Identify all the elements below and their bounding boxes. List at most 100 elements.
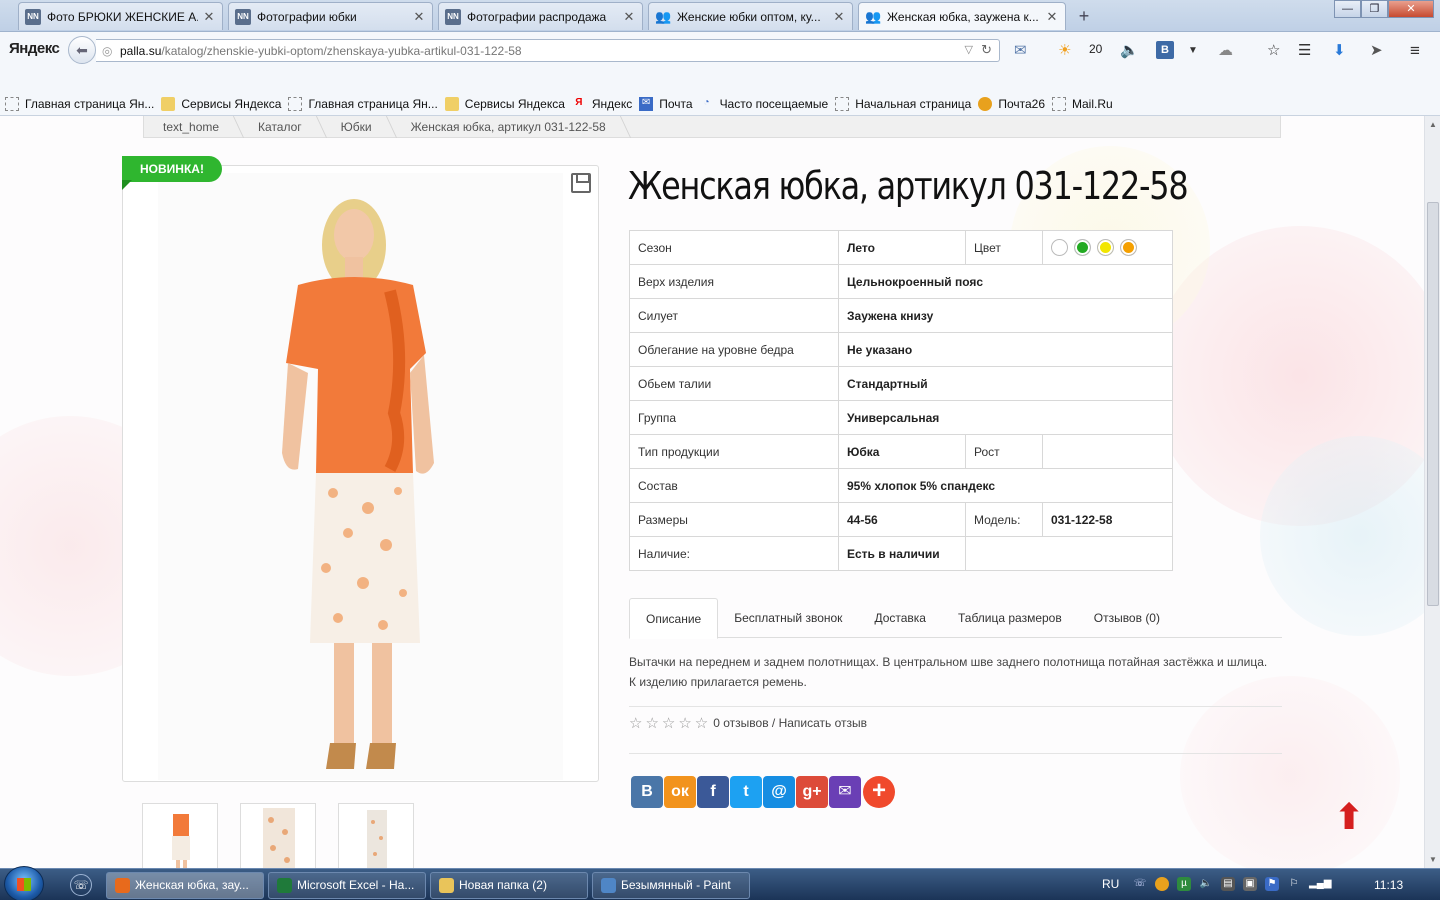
thumbnail[interactable] — [142, 803, 218, 868]
breadcrumb-item[interactable]: text_home — [144, 120, 239, 134]
reload-icon[interactable]: ↻ — [981, 42, 992, 58]
yandex-icon: Я — [575, 96, 583, 108]
bookmark-item[interactable]: Я Яндекс — [572, 97, 632, 111]
browser-tab[interactable]: NN Фотографии распродажа ✕ — [438, 2, 643, 30]
save-icon[interactable] — [571, 173, 591, 193]
bookmark-star-icon[interactable]: ☆ — [1267, 40, 1280, 62]
star-rating-icon[interactable]: ☆☆☆☆☆ — [629, 714, 711, 732]
vk-icon[interactable]: В — [1156, 41, 1174, 59]
thumbnail[interactable] — [338, 803, 414, 868]
bookmarks-list-icon[interactable]: ☰ — [1298, 40, 1311, 62]
taskbar-item-firefox[interactable]: Женская юбка, зау... — [106, 872, 264, 899]
download-icon[interactable]: ⬇ — [1333, 40, 1346, 62]
email-share-icon[interactable]: ✉ — [829, 776, 861, 808]
product-image-frame — [122, 165, 599, 782]
tab-close-icon[interactable]: ✕ — [1045, 9, 1059, 25]
history-dropdown-icon[interactable]: ▽ — [965, 43, 973, 56]
scrollbar-thumb[interactable] — [1427, 202, 1439, 606]
send-icon[interactable]: ➤ — [1370, 40, 1383, 62]
bookmark-item[interactable]: ✉ Почта — [639, 96, 693, 111]
network-adapter-icon[interactable]: ▤ — [1221, 877, 1235, 891]
taskbar-item-excel[interactable]: Microsoft Excel - На... — [268, 872, 426, 899]
product-photo[interactable] — [158, 173, 563, 780]
spec-label: Сезон — [629, 230, 839, 265]
clock[interactable]: 11:13 — [1374, 878, 1403, 892]
thumbnail[interactable] — [240, 803, 316, 868]
browser-tab[interactable]: 👥 Женские юбки оптом, ку... ✕ — [648, 2, 853, 30]
googleplus-share-icon[interactable]: g+ — [796, 776, 828, 808]
volume-icon[interactable]: 🔈 — [1199, 877, 1213, 891]
reviews-link[interactable]: 0 отзывов / Написать отзыв — [713, 716, 867, 730]
browser-tab-active[interactable]: 👥 Женская юбка, заужена к... ✕ — [858, 2, 1066, 30]
chevron-down-icon[interactable]: ▼ — [1188, 40, 1198, 62]
sound-icon[interactable]: 🔈 — [1120, 40, 1139, 62]
color-swatch-yellow[interactable] — [1097, 239, 1114, 256]
browser-tab[interactable]: NN Фотографии юбки ✕ — [228, 2, 433, 30]
browser-tab[interactable]: NN Фото БРЮКИ ЖЕНСКИЕ А... ✕ — [18, 2, 223, 30]
tab-reviews[interactable]: Отзывов (0) — [1078, 598, 1176, 638]
tab-description[interactable]: Описание — [629, 598, 719, 639]
bookmark-item[interactable]: Mail.Ru — [1052, 96, 1113, 111]
bookmark-item[interactable]: Начальная страница — [835, 96, 971, 111]
action-center-icon[interactable]: ⚑ — [1265, 877, 1279, 891]
tab-free-call[interactable]: Бесплатный звонок — [718, 598, 858, 638]
spec-value: Юбка — [838, 434, 966, 469]
back-button[interactable]: ⬅ — [68, 36, 96, 64]
restore-icon[interactable]: ❐ — [1361, 0, 1388, 18]
breadcrumb-item-current[interactable]: Женская юбка, артикул 031-122-58 — [392, 120, 626, 134]
display-icon[interactable]: ▣ — [1243, 877, 1257, 891]
tab-delivery[interactable]: Доставка — [858, 598, 942, 638]
yandex-logo[interactable]: Яндекс — [9, 40, 60, 57]
viber-icon[interactable]: ☏ — [70, 874, 92, 896]
twitter-share-icon[interactable]: t — [730, 776, 762, 808]
scroll-up-icon[interactable]: ▲ — [1429, 120, 1437, 129]
menu-icon[interactable]: ≡ — [1410, 40, 1420, 62]
bookmark-item[interactable]: Сервисы Яндекса — [161, 96, 281, 111]
viber-tray-icon[interactable]: ☏ — [1133, 877, 1147, 891]
language-indicator[interactable]: RU — [1102, 877, 1119, 891]
scroll-down-icon[interactable]: ▼ — [1429, 855, 1437, 864]
spec-label: Облегание на уровне бедра — [629, 332, 839, 367]
odnoklassniki-share-icon[interactable]: ок — [664, 776, 696, 808]
bookmark-item[interactable]: Главная страница Ян... — [288, 96, 438, 111]
mail-icon[interactable]: ✉ — [1014, 40, 1027, 62]
flag-icon[interactable]: ⚐ — [1287, 877, 1301, 891]
new-tab-button[interactable]: + — [1074, 6, 1094, 27]
more-share-icon[interactable]: + — [863, 776, 895, 808]
page-scrollbar[interactable]: ▲ ▼ — [1424, 116, 1440, 868]
vk-share-icon[interactable]: В — [631, 776, 663, 808]
tab-close-icon[interactable]: ✕ — [622, 9, 636, 25]
minimize-icon[interactable]: — — [1334, 0, 1361, 18]
scroll-to-top-icon[interactable]: ⬆ — [1334, 796, 1364, 838]
site-favicon: NN — [235, 8, 251, 25]
bookmark-item[interactable]: Сервисы Яндекса — [444, 96, 565, 111]
start-button[interactable] — [4, 866, 44, 900]
mailru-share-icon[interactable]: @ — [763, 776, 795, 808]
table-row: Состав 95% хлопок 5% спандекс — [629, 468, 1173, 503]
pochta26-tray-icon[interactable] — [1155, 877, 1169, 891]
signal-icon[interactable]: ▂▄▆ — [1309, 877, 1331, 891]
breadcrumb-item[interactable]: Юбки — [322, 120, 392, 134]
facebook-share-icon[interactable]: f — [697, 776, 729, 808]
bookmark-item[interactable]: Почта26 — [978, 96, 1045, 111]
empty-cell — [965, 536, 1173, 571]
cloud-icon[interactable]: ☁ — [1218, 40, 1233, 62]
utorrent-icon[interactable]: µ — [1177, 877, 1191, 891]
spec-label: Наличие: — [629, 536, 839, 571]
weather-temperature: 20 — [1089, 42, 1103, 56]
breadcrumb-item[interactable]: Каталог — [239, 120, 322, 134]
tab-size-chart[interactable]: Таблица размеров — [942, 598, 1078, 638]
weather-icon[interactable]: ☀ — [1058, 40, 1071, 62]
color-swatch-orange[interactable] — [1120, 239, 1137, 256]
tab-close-icon[interactable]: ✕ — [202, 9, 216, 25]
taskbar-item-paint[interactable]: Безымянный - Paint — [592, 872, 750, 899]
address-bar[interactable]: ◎ palla.su/katalog/zhenskie-yubki-optom/… — [96, 39, 1000, 62]
bookmark-item[interactable]: ◔ Часто посещаемые — [700, 97, 829, 111]
color-swatch-white[interactable] — [1051, 239, 1068, 256]
tab-close-icon[interactable]: ✕ — [412, 9, 426, 25]
color-swatch-green[interactable] — [1074, 239, 1091, 256]
tab-close-icon[interactable]: ✕ — [832, 9, 846, 25]
bookmark-item[interactable]: Главная страница Ян... — [5, 96, 154, 111]
taskbar-item-folder[interactable]: Новая папка (2) — [430, 872, 588, 899]
close-window-icon[interactable]: ✕ — [1388, 0, 1434, 18]
